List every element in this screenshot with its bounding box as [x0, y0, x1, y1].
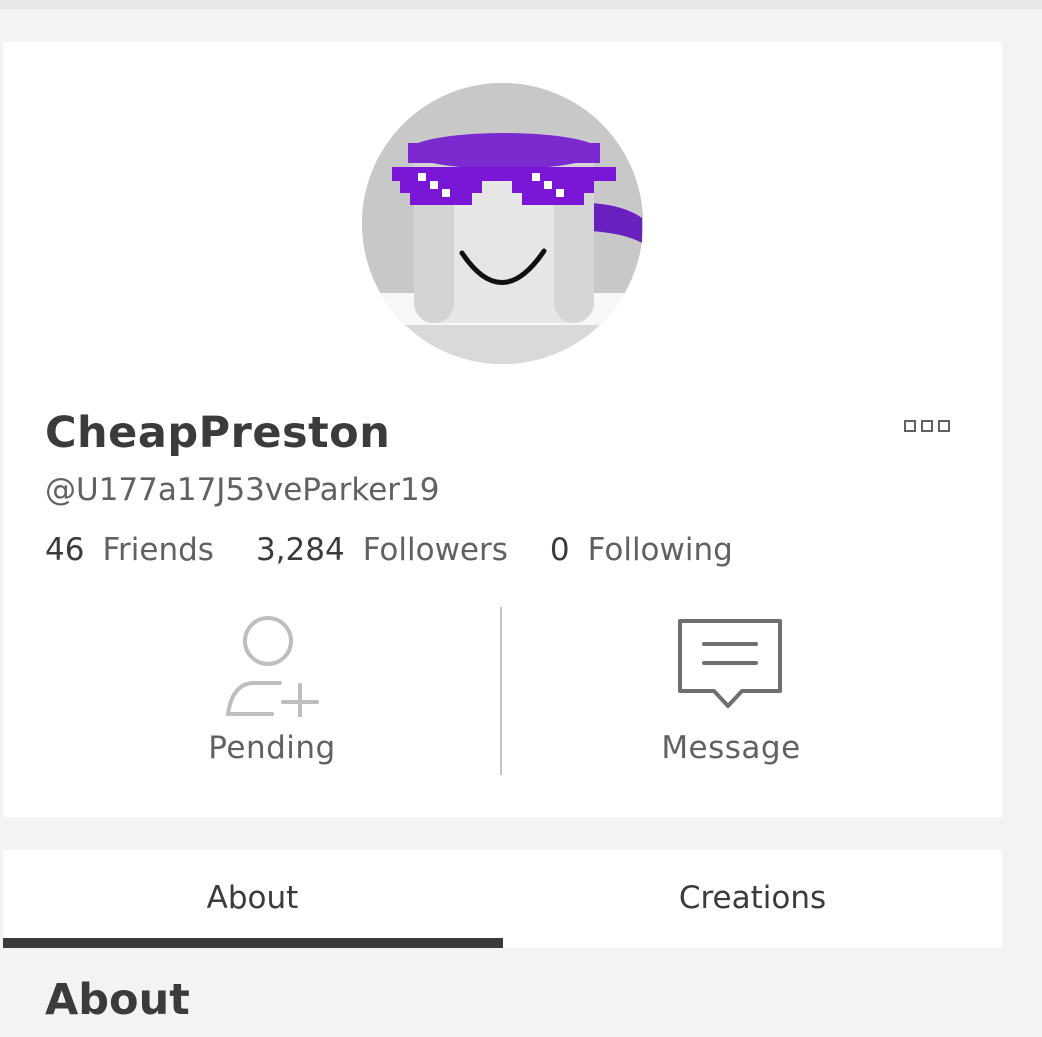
profile-card: CheapPreston @U177a17J53veParker19 46 Fr… — [3, 42, 1002, 817]
stat-followers[interactable]: 3,284 Followers — [256, 532, 508, 568]
following-count: 0 — [549, 532, 570, 568]
friends-count: 46 — [45, 532, 85, 568]
more-dot — [904, 420, 916, 432]
profile-stats: 46 Friends 3,284 Followers 0 Following — [45, 532, 775, 568]
top-bar — [0, 0, 1042, 9]
username: @U177a17J53veParker19 — [45, 472, 440, 508]
avatar-headshot-icon[interactable] — [362, 83, 643, 364]
pending-button[interactable]: Pending — [122, 607, 422, 777]
profile-actions: Pending Message — [3, 607, 1002, 777]
display-name: CheapPreston — [45, 408, 391, 458]
stat-friends[interactable]: 46 Friends — [45, 532, 214, 568]
more-dot — [921, 420, 933, 432]
message-label: Message — [661, 730, 801, 766]
following-label: Following — [587, 532, 733, 568]
add-friend-icon — [226, 616, 319, 717]
actions-divider — [500, 607, 502, 775]
profile-tabs: About Creations — [3, 850, 1002, 948]
tab-about[interactable]: About — [3, 850, 503, 948]
friends-label: Friends — [102, 532, 214, 568]
pending-label: Pending — [208, 730, 336, 766]
stat-following[interactable]: 0 Following — [550, 532, 733, 568]
followers-count: 3,284 — [255, 532, 345, 568]
tab-creations-label: Creations — [678, 880, 827, 916]
more-options-icon[interactable] — [901, 415, 953, 437]
more-dot — [938, 420, 950, 432]
about-section-title: About — [45, 975, 190, 1025]
tab-creations[interactable]: Creations — [503, 850, 1002, 948]
message-button[interactable]: Message — [581, 607, 881, 777]
message-icon — [678, 619, 782, 708]
followers-label: Followers — [362, 532, 508, 568]
active-tab-indicator — [3, 938, 503, 948]
tab-about-label: About — [206, 880, 299, 916]
